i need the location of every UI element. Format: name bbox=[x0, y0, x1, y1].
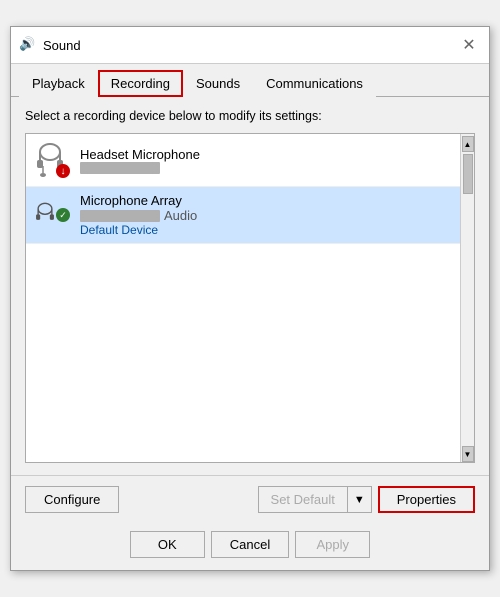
device-item-mic-array[interactable]: ✓ Microphone Array Audio Default Device bbox=[26, 187, 460, 244]
default-device-label: Default Device bbox=[80, 223, 452, 237]
set-default-dropdown[interactable]: ▼ bbox=[347, 486, 372, 513]
scroll-down[interactable]: ▼ bbox=[462, 446, 474, 462]
content-area: Select a recording device below to modif… bbox=[11, 97, 489, 475]
scrollbar[interactable]: ▲ ▼ bbox=[460, 134, 474, 462]
device-list: ↓ Headset Microphone bbox=[25, 133, 475, 463]
mic-svg bbox=[34, 196, 56, 234]
tab-sounds[interactable]: Sounds bbox=[183, 70, 253, 97]
mic-array-name: Microphone Array bbox=[80, 193, 452, 208]
mic-audio-bar bbox=[80, 210, 160, 222]
window-title: Sound bbox=[43, 38, 81, 53]
headset-info: Headset Microphone bbox=[80, 147, 452, 174]
bottom-bar: Configure Set Default ▼ Properties bbox=[11, 475, 489, 523]
headset-audio-bar bbox=[80, 162, 160, 174]
scroll-thumb[interactable] bbox=[463, 154, 473, 194]
default-device-badge: ✓ bbox=[56, 208, 70, 222]
description-text: Select a recording device below to modif… bbox=[25, 109, 475, 123]
mic-array-sub: Audio bbox=[80, 208, 452, 223]
tab-playback[interactable]: Playback bbox=[19, 70, 98, 97]
apply-button[interactable]: Apply bbox=[295, 531, 370, 558]
device-list-inner: ↓ Headset Microphone bbox=[26, 134, 460, 462]
scroll-up[interactable]: ▲ bbox=[462, 136, 474, 152]
close-button[interactable]: ✕ bbox=[457, 33, 481, 57]
title-bar: 🔊 Sound ✕ bbox=[11, 27, 489, 64]
title-bar-left: 🔊 Sound bbox=[19, 36, 81, 54]
right-controls: Set Default ▼ Properties bbox=[258, 486, 475, 513]
tab-bar: Playback Recording Sounds Communications bbox=[11, 64, 489, 97]
sound-icon: 🔊 bbox=[19, 36, 37, 54]
footer-buttons: OK Cancel Apply bbox=[11, 523, 489, 570]
headset-mic-icon: ↓ bbox=[34, 140, 70, 180]
set-default-button[interactable]: Set Default bbox=[258, 486, 347, 513]
cancel-button[interactable]: Cancel bbox=[211, 531, 289, 558]
ok-button[interactable]: OK bbox=[130, 531, 205, 558]
device-item-headset[interactable]: ↓ Headset Microphone bbox=[26, 134, 460, 187]
tab-recording[interactable]: Recording bbox=[98, 70, 183, 97]
tab-communications[interactable]: Communications bbox=[253, 70, 376, 97]
set-default-group: Set Default ▼ bbox=[258, 486, 372, 513]
sound-dialog: 🔊 Sound ✕ Playback Recording Sounds Comm… bbox=[10, 26, 490, 571]
headset-name: Headset Microphone bbox=[80, 147, 452, 162]
mic-audio-label: Audio bbox=[164, 208, 197, 223]
mic-array-icon: ✓ bbox=[34, 195, 70, 235]
disabled-badge: ↓ bbox=[56, 164, 70, 178]
mic-array-info: Microphone Array Audio Default Device bbox=[80, 193, 452, 237]
properties-button[interactable]: Properties bbox=[378, 486, 475, 513]
headset-status bbox=[80, 162, 452, 174]
configure-button[interactable]: Configure bbox=[25, 486, 119, 513]
